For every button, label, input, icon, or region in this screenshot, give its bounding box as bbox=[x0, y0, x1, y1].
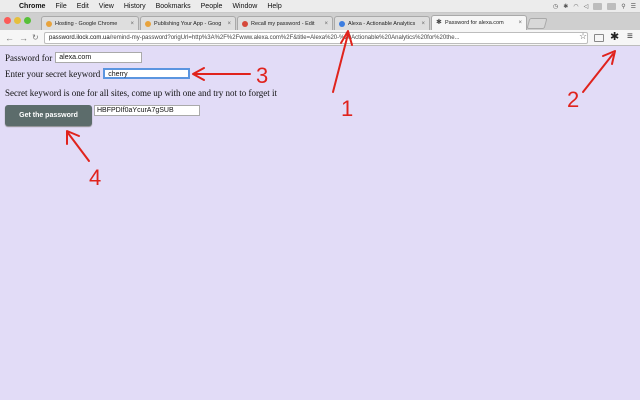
close-tab-icon[interactable]: × bbox=[421, 21, 425, 27]
chrome-favicon-icon bbox=[145, 20, 151, 27]
chrome-menu-icon[interactable]: ≡ bbox=[627, 32, 633, 42]
menu-window[interactable]: Window bbox=[227, 3, 262, 10]
battery-icon[interactable] bbox=[593, 3, 603, 10]
tab-title: Password for alexa.com bbox=[445, 20, 504, 26]
keyword-hint: Secret keyword is one for all sites, com… bbox=[5, 88, 278, 98]
notification-center-icon[interactable]: ☰ bbox=[631, 3, 636, 10]
tab-publishing[interactable]: Publishing Your App - Goog × bbox=[140, 16, 236, 30]
menu-people[interactable]: People bbox=[196, 3, 228, 10]
menu-bookmarks[interactable]: Bookmarks bbox=[151, 3, 196, 10]
spotlight-icon[interactable]: ⚲ bbox=[621, 3, 625, 10]
bluetooth-icon[interactable]: ✱ bbox=[563, 3, 568, 10]
back-icon[interactable]: ← bbox=[5, 33, 14, 43]
address-bar[interactable]: password.ilock.com.ua/remind-my-password… bbox=[44, 32, 588, 44]
extension-icon[interactable] bbox=[594, 34, 604, 42]
site-input[interactable]: alexa.com bbox=[55, 52, 143, 63]
bookmark-star-icon[interactable]: ☆ bbox=[579, 31, 587, 42]
tab-strip: Hosting - Google Chrome × Publishing You… bbox=[0, 13, 640, 30]
tab-password-for-alexa[interactable]: ✱ Password for alexa.com × bbox=[431, 15, 527, 30]
url-host: password.ilock.com.ua bbox=[49, 35, 110, 41]
input-source-icon[interactable] bbox=[607, 3, 617, 10]
tab-title: Alexa - Actionable Analytics bbox=[348, 20, 416, 27]
generated-password-field[interactable]: HBFPDIf0aYcurA7gSUB bbox=[94, 105, 200, 116]
password-extension-asterisk-icon[interactable]: ✱ bbox=[610, 31, 619, 43]
page-favicon-icon bbox=[242, 20, 248, 27]
get-password-button[interactable]: Get the password bbox=[5, 105, 92, 126]
menu-bar: Chrome File Edit View History Bookmarks … bbox=[0, 0, 640, 13]
tab-title: Hosting - Google Chrome bbox=[55, 20, 118, 27]
chrome-favicon-icon bbox=[46, 20, 52, 27]
asterisk-favicon-icon: ✱ bbox=[436, 19, 442, 26]
tab-recall-password[interactable]: Recall my password - Edit × bbox=[237, 16, 333, 30]
new-tab-button[interactable] bbox=[526, 18, 548, 29]
alexa-favicon-icon bbox=[339, 20, 345, 27]
close-tab-icon[interactable]: × bbox=[227, 21, 231, 27]
close-tab-icon[interactable]: × bbox=[324, 21, 328, 27]
page-content: Password for alexa.com Enter your secret… bbox=[0, 46, 640, 400]
tab-alexa[interactable]: Alexa - Actionable Analytics × bbox=[334, 16, 430, 30]
password-for-label: Password for bbox=[5, 52, 53, 63]
keyword-row: Enter your secret keyword cherry bbox=[5, 68, 191, 79]
forward-icon[interactable]: → bbox=[19, 33, 28, 43]
reload-icon[interactable]: ↻ bbox=[32, 33, 39, 43]
volume-icon[interactable]: ◁ bbox=[584, 3, 589, 10]
site-row: Password for alexa.com bbox=[5, 52, 143, 63]
close-tab-icon[interactable]: × bbox=[518, 20, 522, 26]
status-icons: ◷ ✱ ◠ ◁ ⚲ ☰ bbox=[553, 0, 636, 13]
tab-hosting[interactable]: Hosting - Google Chrome × bbox=[41, 16, 139, 30]
menu-help[interactable]: Help bbox=[262, 3, 286, 10]
menu-edit[interactable]: Edit bbox=[72, 3, 94, 10]
zoom-window-icon[interactable] bbox=[24, 17, 31, 24]
secret-keyword-input[interactable]: cherry bbox=[103, 68, 191, 79]
window-controls bbox=[4, 17, 31, 24]
minimize-window-icon[interactable] bbox=[14, 17, 21, 24]
close-window-icon[interactable] bbox=[4, 17, 11, 24]
wifi-icon[interactable]: ◠ bbox=[573, 3, 578, 10]
url-path: /remind-my-password?origUrl=http%3A%2F%2… bbox=[109, 35, 460, 41]
close-tab-icon[interactable]: × bbox=[130, 21, 134, 27]
time-machine-icon[interactable]: ◷ bbox=[553, 3, 558, 10]
tab-title: Recall my password - Edit bbox=[251, 20, 315, 27]
menu-app-chrome[interactable]: Chrome bbox=[14, 3, 50, 10]
menu-file[interactable]: File bbox=[50, 3, 71, 10]
menu-history[interactable]: History bbox=[119, 3, 151, 10]
keyword-label: Enter your secret keyword bbox=[5, 68, 101, 79]
tab-title: Publishing Your App - Goog bbox=[154, 20, 222, 27]
menu-view[interactable]: View bbox=[94, 3, 119, 10]
browser-toolbar: ← → ↻ password.ilock.com.ua/remind-my-pa… bbox=[0, 30, 640, 46]
